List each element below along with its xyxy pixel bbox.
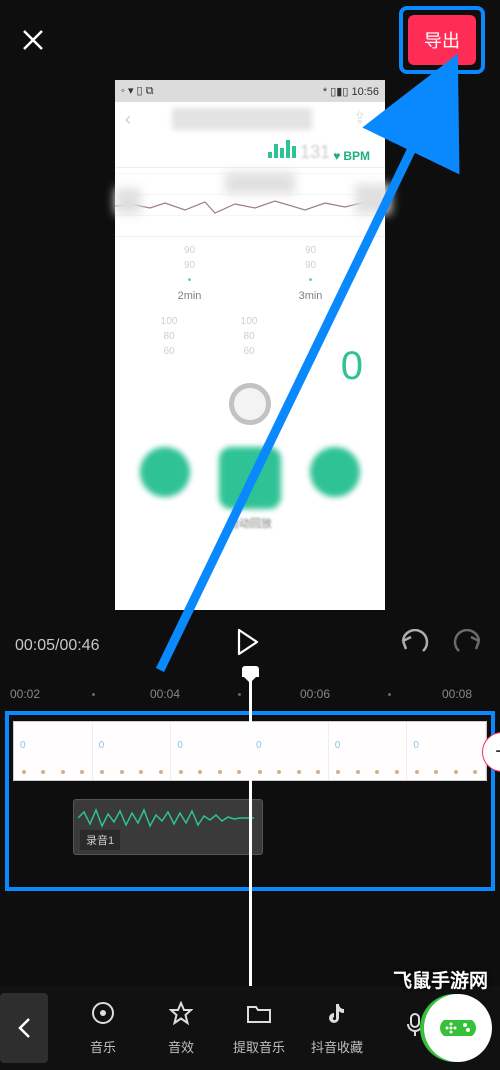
audio-clip-1[interactable]: 录音1	[73, 799, 263, 855]
toolbar-sfx-label: 音效	[168, 1037, 194, 1056]
tutorial-arrow	[150, 50, 480, 680]
toolbar-douyin[interactable]: 抖音收藏	[298, 1001, 376, 1056]
watermark-text: 飞鼠手游网	[393, 966, 488, 993]
star-icon	[169, 1001, 193, 1031]
close-button[interactable]	[15, 22, 51, 58]
audio-clip-label: 录音1	[80, 830, 120, 850]
toolbar-sfx[interactable]: 音效	[142, 1001, 220, 1056]
folder-icon	[246, 1001, 272, 1031]
watermark-logo	[424, 994, 492, 1062]
playhead[interactable]	[249, 674, 252, 1000]
music-icon	[91, 1001, 115, 1031]
toolbar-music[interactable]: 音乐	[64, 1001, 142, 1056]
watermark: 飞鼠手游网	[424, 994, 492, 1062]
toolbar-music-label: 音乐	[90, 1037, 116, 1056]
back-icon: ‹	[125, 109, 131, 130]
toolbar-douyin-label: 抖音收藏	[311, 1037, 363, 1056]
gamepad-icon	[438, 1010, 478, 1047]
mic-icon	[405, 1012, 425, 1044]
toolbar-extract-label: 提取音乐	[233, 1037, 285, 1056]
toolbar-extract[interactable]: 提取音乐	[220, 1001, 298, 1056]
timecode: 00:05/00:46	[15, 637, 100, 655]
toolbar-back-button[interactable]	[0, 993, 48, 1063]
douyin-icon	[326, 1001, 348, 1031]
